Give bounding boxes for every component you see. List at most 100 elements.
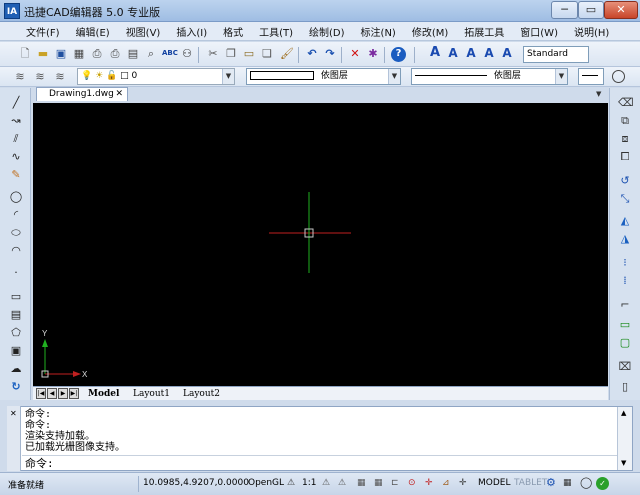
autoscale-icon[interactable]: ⚠ bbox=[338, 478, 346, 488]
next-tab-icon[interactable]: ▶ bbox=[58, 388, 68, 399]
find-text-icon[interactable]: A bbox=[500, 46, 514, 60]
properties-icon[interactable]: ▯ bbox=[618, 380, 632, 394]
save-all-icon[interactable]: ▦ bbox=[72, 47, 86, 61]
layer-previous-icon[interactable]: ≋ bbox=[33, 70, 47, 84]
sketch-icon[interactable]: ✎ bbox=[9, 168, 23, 182]
chevron-down-icon[interactable]: ▼ bbox=[222, 69, 234, 84]
layer-manager-icon[interactable]: ≋ bbox=[13, 70, 27, 84]
circle-draw-icon[interactable]: ◯ bbox=[9, 190, 23, 204]
point-icon[interactable]: · bbox=[9, 266, 23, 280]
text-style-icon[interactable]: A bbox=[482, 46, 496, 60]
status-model[interactable]: MODEL bbox=[478, 478, 510, 488]
mirror-icon[interactable]: ⧈ bbox=[618, 132, 632, 146]
print-preview-icon[interactable]: ⎙ bbox=[108, 47, 122, 61]
trim-icon[interactable]: ⁝ bbox=[618, 256, 632, 270]
ortho-icon[interactable]: ⊏ bbox=[391, 478, 399, 488]
chevron-down-icon[interactable]: ▼ bbox=[555, 69, 567, 84]
text-edit-icon[interactable]: A bbox=[464, 46, 478, 60]
status-tablet[interactable]: TABLET bbox=[514, 478, 547, 488]
redo-icon[interactable]: ↷ bbox=[323, 47, 337, 61]
polyline-icon[interactable]: ↝ bbox=[9, 114, 23, 128]
layout-tab-model[interactable]: Model bbox=[88, 388, 119, 400]
line-icon[interactable]: ╱ bbox=[9, 96, 23, 110]
menu-tools[interactable]: 工具(T) bbox=[251, 24, 301, 39]
snap-icon[interactable]: ▦ bbox=[357, 478, 366, 488]
menu-insert[interactable]: 插入(I) bbox=[168, 24, 215, 39]
layout-grid-icon[interactable]: ▦ bbox=[563, 478, 572, 488]
arc-icon[interactable]: ◜ bbox=[9, 208, 23, 222]
copy-object-icon[interactable]: ⧉ bbox=[618, 114, 632, 128]
layer-select[interactable]: 💡 ☀ 🔓 □ 0 ▼ bbox=[77, 68, 235, 85]
status-renderer[interactable]: OpenGL bbox=[248, 478, 284, 488]
polygon-icon[interactable]: ⬠ bbox=[9, 326, 23, 340]
cut-icon[interactable]: ✂ bbox=[206, 47, 220, 61]
break-icon[interactable]: ⌐ bbox=[618, 298, 632, 312]
close-icon[interactable]: ✕ bbox=[115, 88, 123, 101]
find-icon[interactable]: ⌕ bbox=[144, 47, 158, 61]
menu-extend-tools[interactable]: 拓展工具 bbox=[456, 24, 512, 39]
purge-icon[interactable]: ✱ bbox=[366, 47, 380, 61]
binoculars-icon[interactable]: ⚇ bbox=[180, 47, 194, 61]
clean-screen-icon[interactable]: ◯ bbox=[580, 476, 592, 489]
menu-view[interactable]: 视图(V) bbox=[118, 24, 169, 39]
rectangle-icon[interactable]: ▭ bbox=[9, 290, 23, 304]
lineweight-select[interactable] bbox=[578, 68, 604, 85]
stretch-icon[interactable]: ◭ bbox=[618, 214, 632, 228]
close-button[interactable]: ✕ bbox=[604, 1, 638, 19]
copy-icon[interactable]: ❐ bbox=[224, 47, 238, 61]
color-select[interactable]: 依图层 ▼ bbox=[246, 68, 401, 85]
layout-tab-layout2[interactable]: Layout2 bbox=[183, 388, 220, 400]
erase-icon[interactable]: ⌫ bbox=[618, 96, 634, 110]
layout-tab-layout1[interactable]: Layout1 bbox=[133, 388, 170, 400]
explode-icon[interactable]: ⌧ bbox=[618, 360, 632, 374]
offset-icon[interactable]: ⧠ bbox=[618, 150, 632, 164]
new-file-icon[interactable]: 🗋 bbox=[18, 47, 32, 61]
text-style-select[interactable]: Standard bbox=[523, 46, 589, 63]
save-icon[interactable]: ▣ bbox=[54, 47, 68, 61]
command-window[interactable]: 命令: 命令: 渲染支持加载。 已加载光栅图像支持。 命令: bbox=[7, 406, 633, 471]
minimize-button[interactable]: ─ bbox=[551, 1, 578, 19]
menu-window[interactable]: 窗口(W) bbox=[512, 24, 566, 39]
chevron-down-icon[interactable]: ▼ bbox=[388, 69, 400, 84]
menu-file[interactable]: 文件(F) bbox=[18, 24, 68, 39]
menu-modify[interactable]: 修改(M) bbox=[404, 24, 456, 39]
otrack-icon[interactable]: ⊿ bbox=[442, 478, 450, 488]
match-properties-icon[interactable]: 🖌 bbox=[280, 47, 294, 61]
menu-format[interactable]: 格式 bbox=[215, 24, 251, 39]
help-icon[interactable]: ? bbox=[391, 47, 406, 62]
rotate-icon[interactable]: ↺ bbox=[618, 174, 632, 188]
revcloud-icon[interactable]: ☁ bbox=[9, 362, 23, 376]
circle-icon[interactable] bbox=[612, 70, 625, 83]
ellipse-arc-icon[interactable]: ◠ bbox=[9, 244, 23, 258]
spellcheck-icon[interactable]: ABC bbox=[162, 46, 178, 60]
spline-icon[interactable]: ∿ bbox=[9, 150, 23, 164]
lineweight-icon[interactable]: ✛ bbox=[459, 478, 467, 488]
drawing-canvas[interactable]: Y X bbox=[33, 103, 608, 386]
print-icon[interactable]: ⎙ bbox=[90, 47, 104, 61]
linetype-select[interactable]: 依图层 ▼ bbox=[411, 68, 568, 85]
prev-tab-icon[interactable]: ◀ bbox=[47, 388, 57, 399]
menu-draw[interactable]: 绘制(D) bbox=[301, 24, 353, 39]
open-folder-icon[interactable]: ▬ bbox=[36, 47, 50, 61]
refresh-icon[interactable]: ↻ bbox=[9, 380, 23, 394]
paste-special-icon[interactable]: ❏ bbox=[260, 47, 274, 61]
osnap-icon[interactable]: ✛ bbox=[425, 478, 433, 488]
close-icon[interactable]: ✕ bbox=[10, 409, 17, 418]
extend-icon[interactable]: ⁞ bbox=[618, 274, 632, 288]
annotation-visibility-icon[interactable]: ⚠ bbox=[322, 478, 330, 488]
scroll-down-icon[interactable]: ▼ bbox=[621, 459, 626, 467]
menu-dimension[interactable]: 标注(N) bbox=[353, 24, 404, 39]
hatch-icon[interactable]: ▤ bbox=[9, 308, 23, 322]
text-icon[interactable]: A bbox=[428, 46, 442, 60]
grid-icon[interactable]: ▦ bbox=[374, 478, 383, 488]
mtext-icon[interactable]: A bbox=[446, 46, 460, 60]
status-scale[interactable]: 1:1 bbox=[302, 478, 316, 488]
export-icon[interactable]: ▤ bbox=[126, 47, 140, 61]
scale-icon[interactable]: ⤡ bbox=[618, 192, 632, 206]
first-tab-icon[interactable]: |◀ bbox=[36, 388, 46, 399]
document-tab[interactable]: Drawing1.dwg ✕ bbox=[36, 87, 128, 101]
annotation-scale-icon[interactable]: ⚠ bbox=[287, 478, 295, 488]
layer-state-icon[interactable]: ≋ bbox=[53, 70, 67, 84]
delete-icon[interactable]: ✕ bbox=[348, 47, 362, 61]
scroll-up-icon[interactable]: ▲ bbox=[621, 409, 626, 417]
